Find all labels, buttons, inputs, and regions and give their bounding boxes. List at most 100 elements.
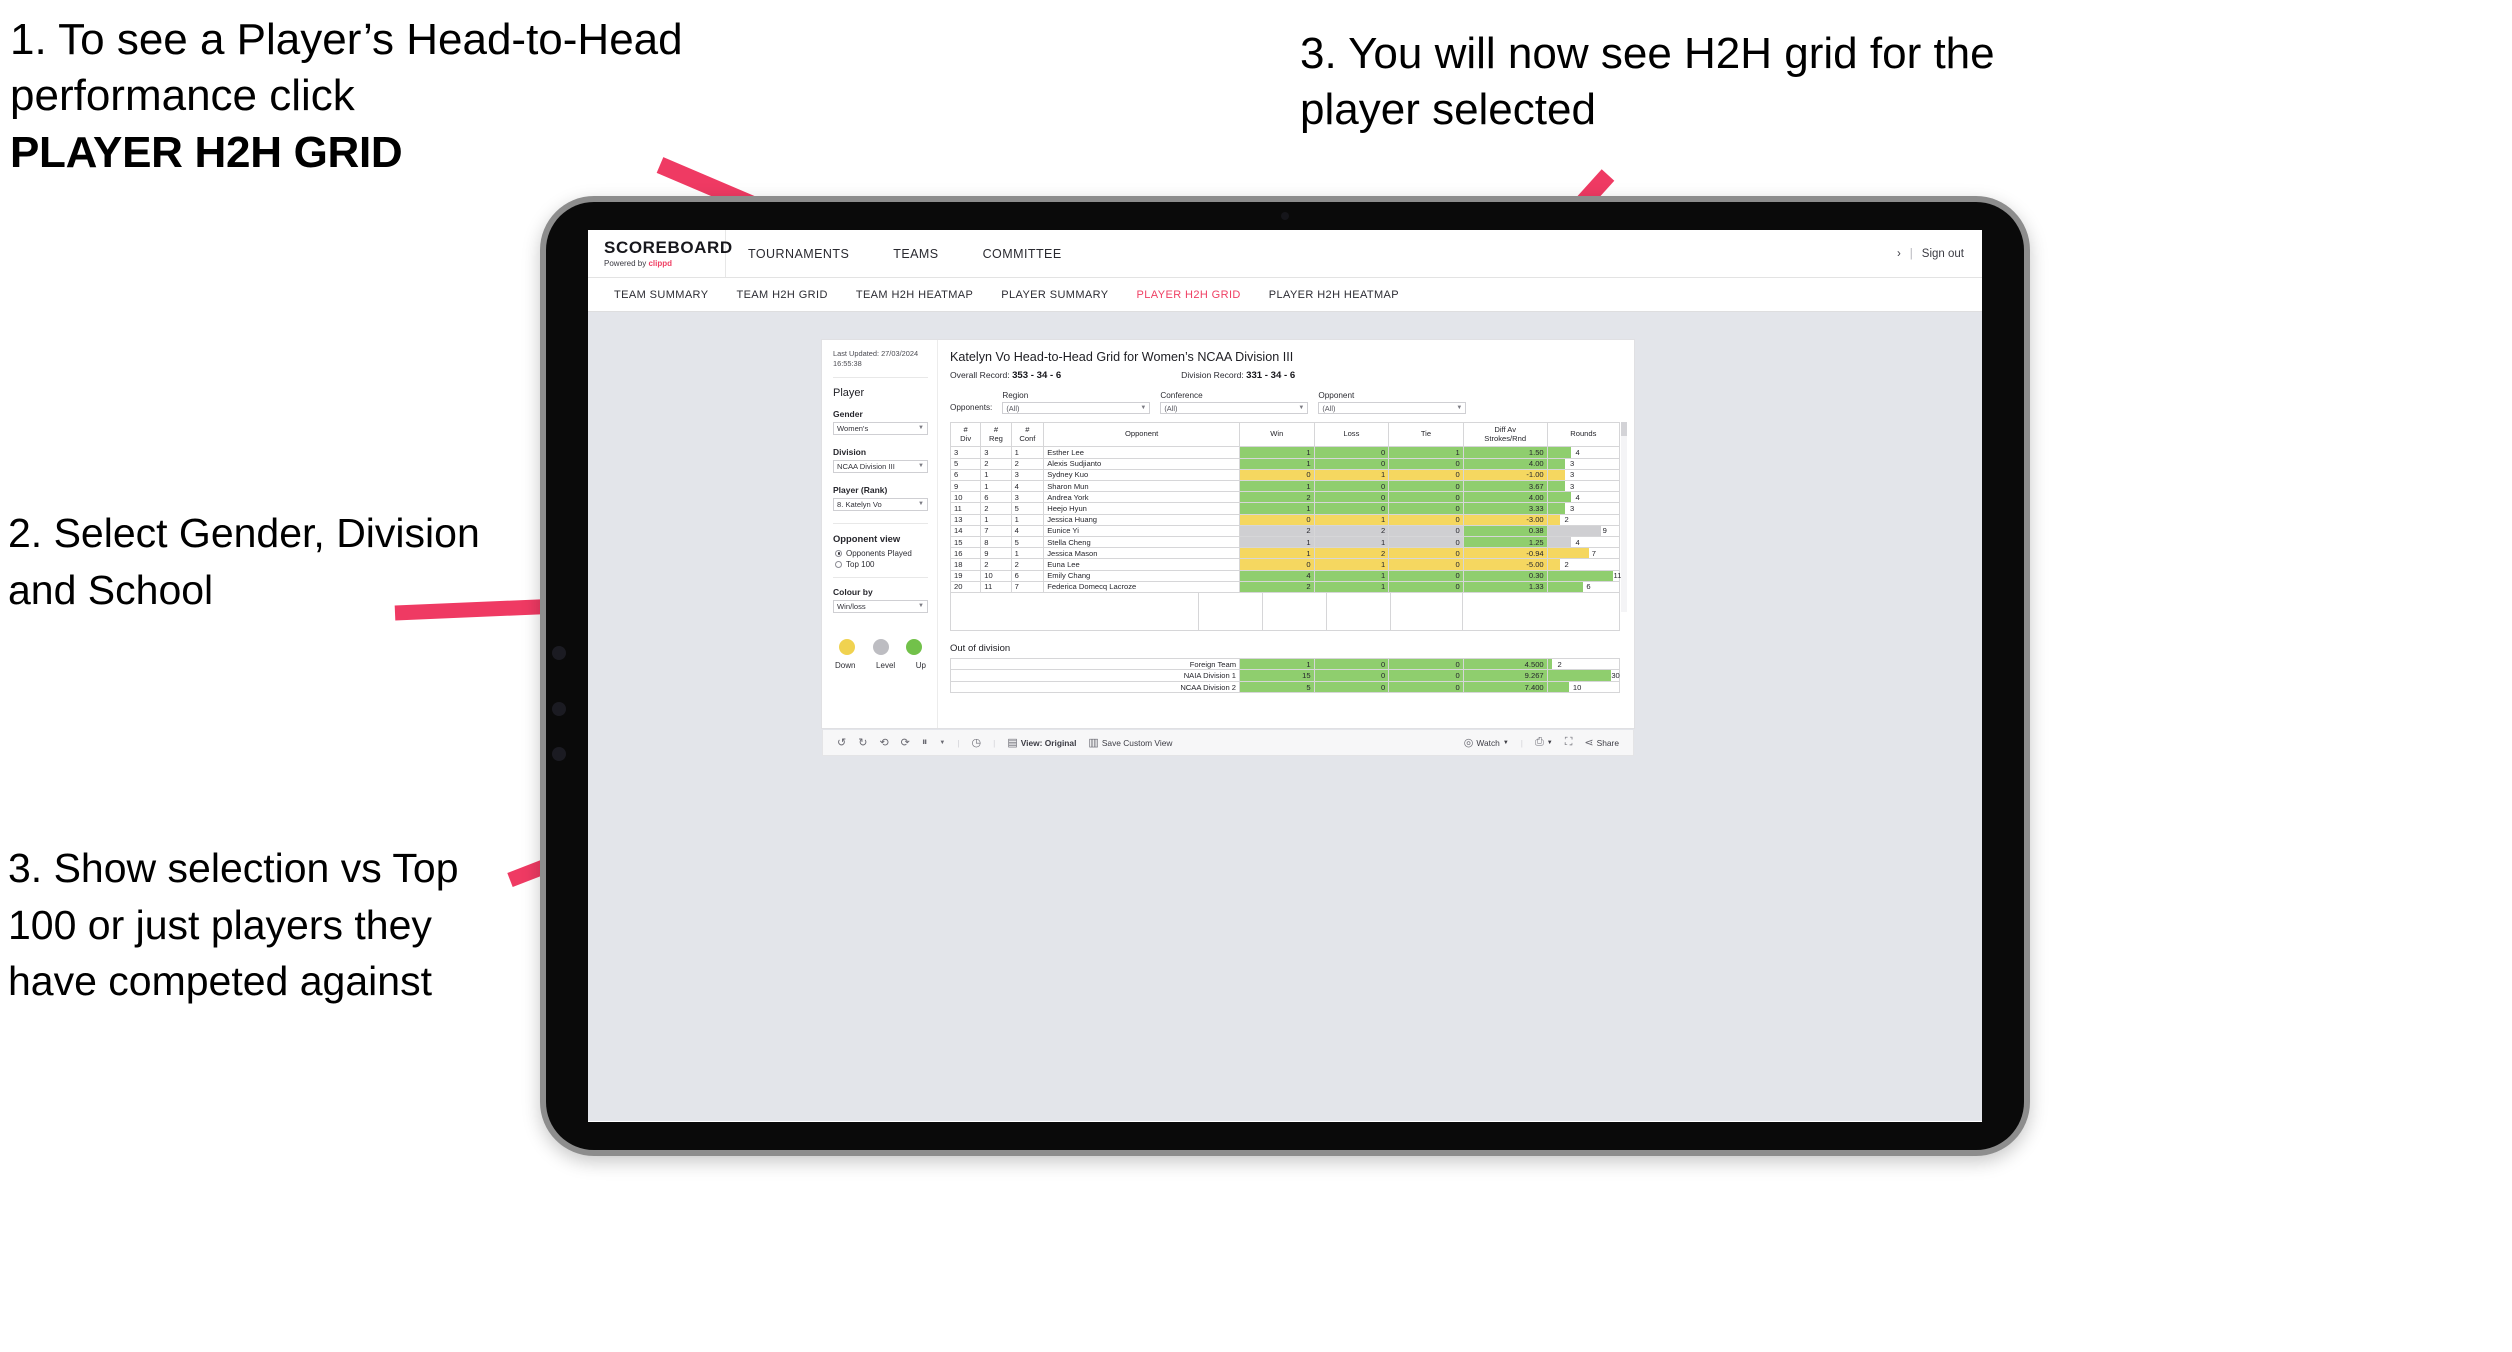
table-row[interactable]: Foreign Team 1 0 0 4.500 2 xyxy=(949,657,1621,671)
table-row[interactable]: 14 7 4 Eunice Yi 2 2 0 0.38 9 xyxy=(949,524,1621,537)
opponent-filter: Opponent (All) ▼ xyxy=(1318,391,1467,414)
opponents-label: Opponents: xyxy=(950,403,993,412)
alerts-icon[interactable]: ◷ xyxy=(972,736,982,749)
gender-value: Women's xyxy=(837,423,869,433)
account-chevron-icon[interactable]: › xyxy=(1897,248,1901,260)
table-cell: 15 xyxy=(1239,669,1315,682)
undo-icon[interactable]: ↺ xyxy=(837,736,846,749)
pause-icon[interactable]: ⏸ xyxy=(922,736,928,749)
table-row[interactable]: 20 11 7 Federica Domecq Lacroze 2 1 0 1.33 6 xyxy=(949,580,1621,593)
table-cell: Jessica Mason xyxy=(1043,547,1241,560)
watch-button[interactable]: ◎ Watch ▼ xyxy=(1464,736,1509,749)
top-nav-committee[interactable]: COMMITTEE xyxy=(961,230,1084,277)
region-select[interactable]: (All) ▼ xyxy=(1002,402,1151,414)
table-cell: 1 xyxy=(980,513,1012,526)
scrollbar-thumb[interactable] xyxy=(1621,422,1627,436)
top-nav-teams[interactable]: TEAMS xyxy=(871,230,960,277)
table-cell: 1 xyxy=(1313,558,1390,571)
table-cell: 0 xyxy=(1388,680,1464,694)
table-cell: Esther Lee xyxy=(1043,446,1241,459)
table-cell: 3.67 xyxy=(1462,479,1548,493)
divider xyxy=(833,522,928,524)
division-select[interactable]: NCAA Division III ▼ xyxy=(833,459,928,473)
table-row[interactable]: 15 8 5 Stella Cheng 1 1 0 1.25 4 xyxy=(949,535,1621,549)
revert-icon[interactable]: ⟲ xyxy=(879,736,888,749)
opponent-select[interactable]: (All) ▼ xyxy=(1318,402,1467,414)
rounds-bar-cell: 3 xyxy=(1546,479,1621,493)
table-cell: Foreign Team xyxy=(949,657,1241,671)
table-row[interactable]: 9 1 4 Sharon Mun 1 0 0 3.67 3 xyxy=(949,479,1621,493)
tab-team-summary[interactable]: TEAM SUMMARY xyxy=(600,278,722,311)
tab-player-h2h-heatmap[interactable]: PLAYER H2H HEATMAP xyxy=(1255,278,1413,311)
table-cell: 15 xyxy=(949,535,982,549)
table-cell: Jessica Huang xyxy=(1043,513,1241,526)
table-row[interactable]: 3 3 1 Esther Lee 1 0 1 1.50 4 xyxy=(949,446,1621,459)
conference-select[interactable]: (All) ▼ xyxy=(1160,402,1309,414)
table-cell: 1 xyxy=(1239,446,1315,459)
table-cell: 6 xyxy=(980,491,1012,504)
table-cell: Emily Chang xyxy=(1043,569,1241,582)
tab-team-h2h-grid[interactable]: TEAM H2H GRID xyxy=(722,278,841,311)
download-button[interactable]: ⎙ ▼ xyxy=(1535,736,1553,749)
table-cell: 6 xyxy=(949,468,982,482)
table-cell: 9 xyxy=(980,547,1012,560)
grid-scrollbar[interactable] xyxy=(1621,422,1627,612)
player-rank-select[interactable]: 8. Katelyn Vo ▼ xyxy=(833,497,928,511)
chevron-down-icon[interactable]: ▼ xyxy=(939,740,945,746)
table-row[interactable]: 6 1 3 Sydney Kuo 0 1 0 -1.00 3 xyxy=(949,468,1621,482)
table-cell: Andrea York xyxy=(1043,491,1241,504)
brand-subtitle: Powered by clippd xyxy=(604,259,725,268)
table-row[interactable]: NCAA Division 2 5 0 0 7.400 10 xyxy=(949,680,1621,694)
table-cell: 4 xyxy=(1010,479,1045,493)
device-button-3[interactable] xyxy=(552,747,566,761)
h2h-grid-table: # Div # Reg # Conf Opponent Win Loss Tie Diff Av St… xyxy=(949,421,1621,593)
gender-select[interactable]: Women's ▼ xyxy=(833,421,928,435)
tab-team-h2h-heatmap[interactable]: TEAM H2H HEATMAP xyxy=(842,278,987,311)
table-row[interactable]: 11 2 5 Heejo Hyun 1 0 0 3.33 3 xyxy=(949,502,1621,515)
rounds-bar-cell: 9 xyxy=(1546,524,1621,537)
radio-top-100[interactable]: Top 100 xyxy=(835,560,928,569)
tab-player-h2h-grid[interactable]: PLAYER H2H GRID xyxy=(1123,278,1255,311)
table-row[interactable]: 5 2 2 Alexis Sudjianto 1 0 0 4.00 3 xyxy=(949,457,1621,470)
table-cell: 0 xyxy=(1388,535,1464,549)
player-rank-value: 8. Katelyn Vo xyxy=(837,499,882,509)
legend-label-level: Level xyxy=(876,660,896,670)
table-cell: 4 xyxy=(1010,524,1045,537)
save-custom-view-button[interactable]: ▥ Save Custom View xyxy=(1088,736,1172,749)
table-cell: 5 xyxy=(1239,680,1315,694)
colour-by-label: Colour by xyxy=(833,586,873,597)
fullscreen-icon[interactable]: ⛶ xyxy=(1565,736,1573,749)
table-cell: 0 xyxy=(1388,569,1464,582)
table-cell: 4.500 xyxy=(1462,657,1548,671)
brand-logo[interactable]: SCOREBOARD Powered by clippd xyxy=(588,230,732,277)
share-button[interactable]: ⋖ Share xyxy=(1584,736,1619,749)
table-cell: -1.00 xyxy=(1462,468,1548,482)
table-cell: 3.33 xyxy=(1462,502,1548,515)
table-row[interactable]: NAIA Division 1 15 0 0 9.267 30 xyxy=(949,669,1621,682)
table-row[interactable]: 10 6 3 Andrea York 2 0 0 4.00 4 xyxy=(949,491,1621,504)
refresh-icon[interactable]: ⟳ xyxy=(901,736,910,749)
table-cell: 2 xyxy=(1239,491,1315,504)
table-cell: Heejo Hyun xyxy=(1043,502,1241,515)
table-cell: 1.25 xyxy=(1462,535,1548,549)
table-row[interactable]: 18 2 2 Euna Lee 0 1 0 -5.00 2 xyxy=(949,558,1621,571)
tab-player-summary[interactable]: PLAYER SUMMARY xyxy=(987,278,1122,311)
device-button-1[interactable] xyxy=(552,646,566,660)
brand-subtitle-name: clippd xyxy=(648,259,673,268)
view-original-button[interactable]: ▤ View: Original xyxy=(1007,736,1076,749)
rounds-bar-cell: 3 xyxy=(1546,502,1621,515)
table-row[interactable]: 19 10 6 Emily Chang 4 1 0 0.30 11 xyxy=(949,569,1621,582)
table-row[interactable]: 16 9 1 Jessica Mason 1 2 0 -0.94 7 xyxy=(949,547,1621,560)
radio-opponents-played[interactable]: Opponents Played xyxy=(835,549,928,558)
sign-out-link[interactable]: Sign out xyxy=(1922,248,1964,260)
rounds-bar-cell: 7 xyxy=(1546,547,1621,560)
colour-by-select[interactable]: Win/loss ▼ xyxy=(833,599,928,613)
table-row[interactable]: 13 1 1 Jessica Huang 0 1 0 -3.00 2 xyxy=(949,513,1621,526)
top-nav-tournaments[interactable]: TOURNAMENTS xyxy=(726,230,871,277)
rounds-bar-cell: 4 xyxy=(1546,491,1621,504)
device-button-2[interactable] xyxy=(552,702,566,716)
rounds-bar-cell: 2 xyxy=(1546,657,1621,671)
redo-icon[interactable]: ↻ xyxy=(858,736,867,749)
table-cell: 20 xyxy=(949,580,982,593)
division-value: NCAA Division III xyxy=(837,461,895,471)
